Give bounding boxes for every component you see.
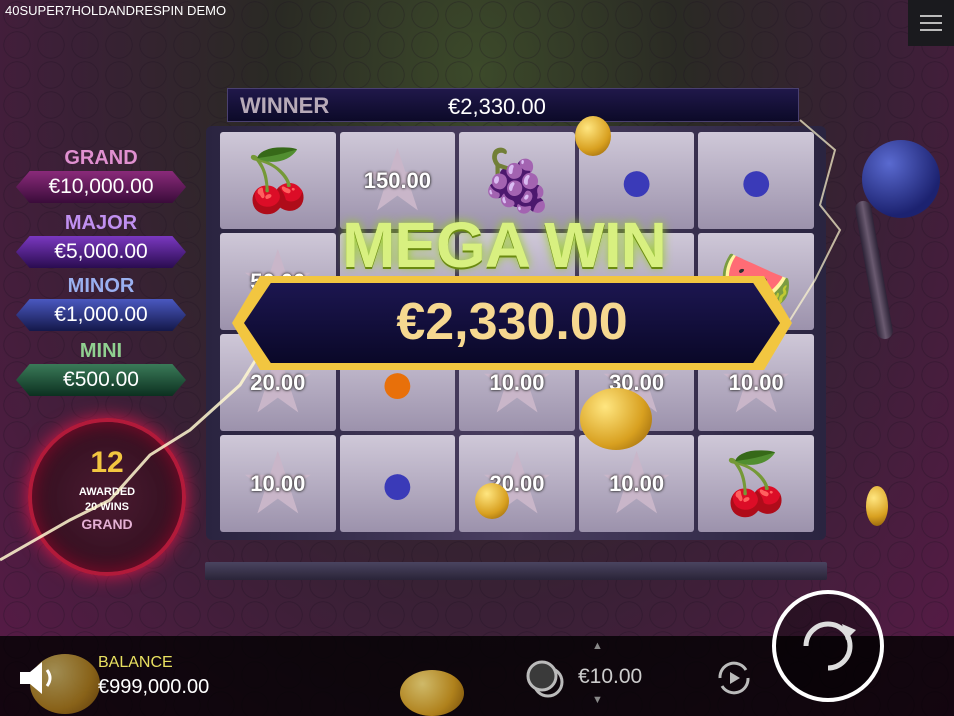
autoplay-icon[interactable]	[712, 656, 756, 700]
balance-label: BALANCE	[98, 654, 173, 671]
coin-icon	[580, 388, 652, 450]
coin-icon	[475, 483, 509, 519]
mega-win-title: MEGA WIN	[342, 209, 667, 281]
coin-icon	[400, 670, 464, 716]
speaker-icon[interactable]	[18, 660, 58, 696]
coin-icon	[575, 116, 611, 156]
coin-icon	[866, 486, 888, 526]
balance-value: €999,000.00	[98, 676, 210, 698]
mega-win-amount: €2,330.00	[396, 293, 628, 351]
spin-icon	[803, 621, 856, 671]
bet-increase-button[interactable]: ▲	[592, 640, 603, 652]
bet-decrease-button[interactable]: ▼	[592, 694, 603, 706]
bet-value: €10.00	[578, 665, 643, 688]
chips-icon[interactable]	[524, 656, 566, 698]
spin-button[interactable]	[772, 590, 884, 702]
